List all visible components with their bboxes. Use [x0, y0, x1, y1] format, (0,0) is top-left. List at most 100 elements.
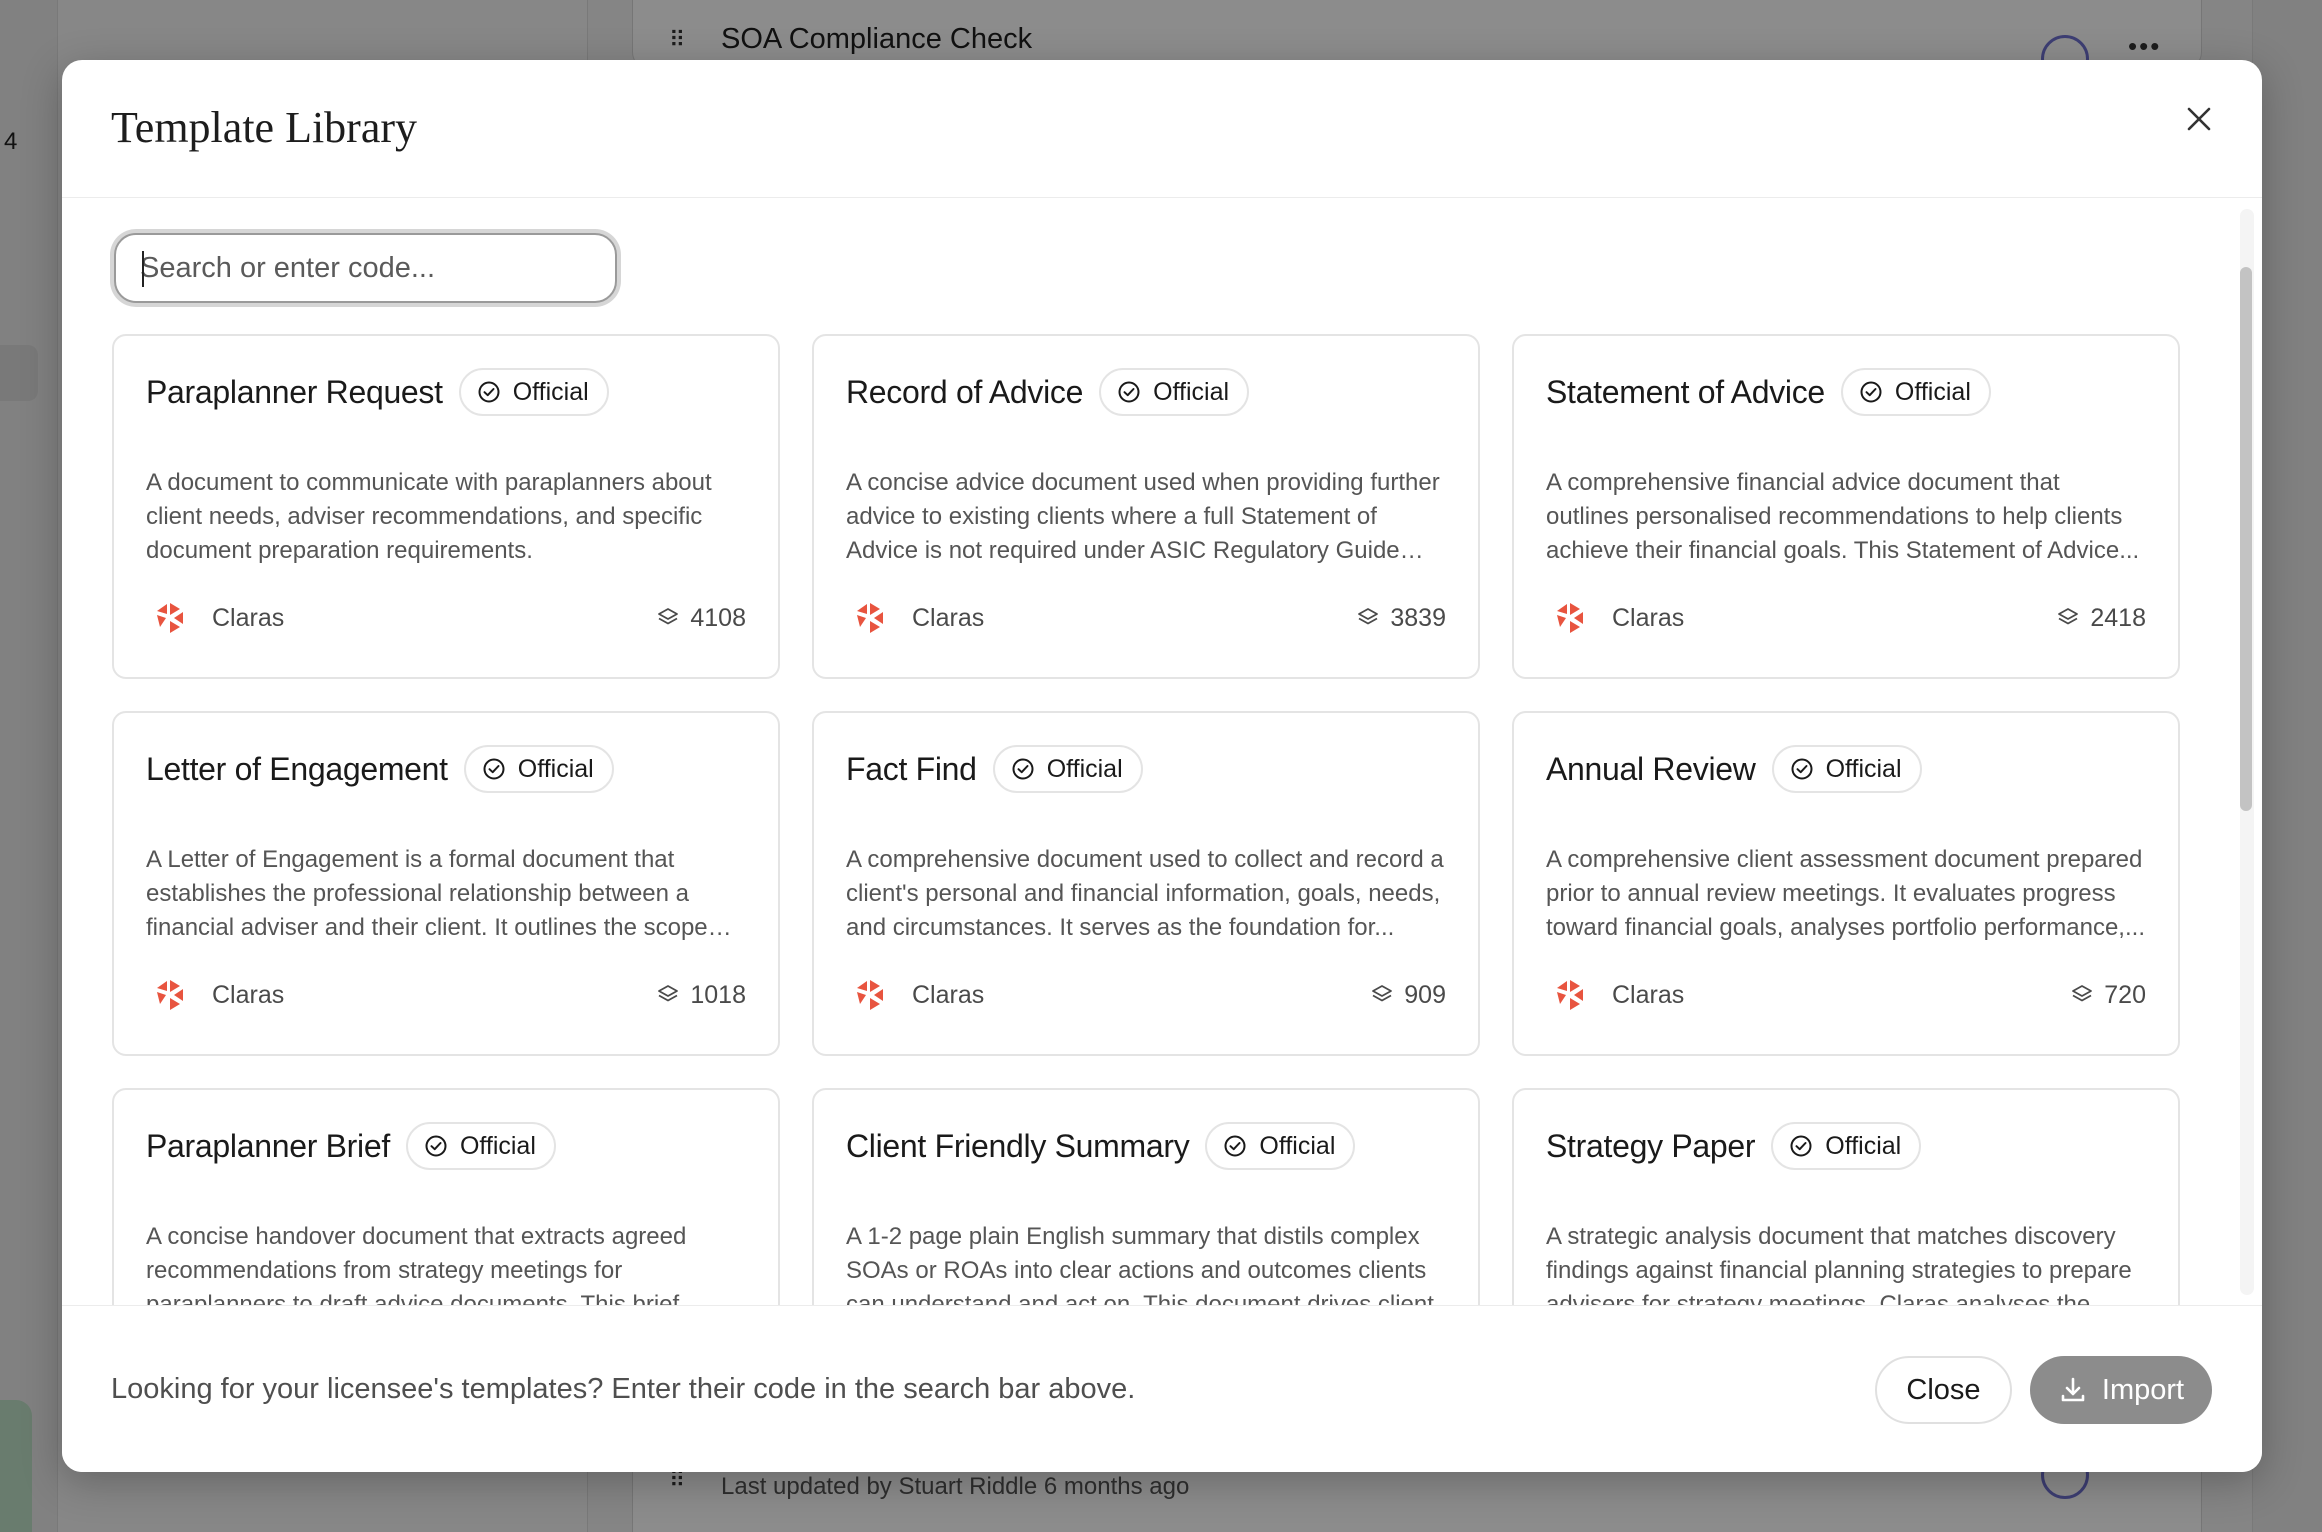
- text-cursor: [142, 251, 144, 287]
- author-name: Claras: [212, 603, 285, 632]
- template-card[interactable]: Statement of Advice Official A comprehensi…: [1512, 334, 2180, 679]
- template-card[interactable]: Letter of Engagement Official A Letter of …: [112, 711, 780, 1056]
- official-badge: Official: [1771, 745, 1922, 793]
- search-field[interactable]: [114, 233, 617, 303]
- template-card[interactable]: Paraplanner Brief Official A concise hando…: [112, 1088, 780, 1305]
- template-card[interactable]: Annual Review Official A comprehensive cli…: [1512, 711, 2180, 1056]
- claras-logo-icon: [1552, 600, 1588, 636]
- official-badge: Official: [463, 745, 614, 793]
- import-button-label: Import: [2101, 1373, 2185, 1406]
- template-description: A document to communicate with paraplann…: [146, 469, 712, 564]
- card-title-row: Record of Advice Official: [846, 368, 1250, 416]
- template-library-modal: Template Library Paraplanner Request Offi…: [62, 60, 2262, 1472]
- official-badge: Official: [405, 1122, 556, 1170]
- card-title-row: Client Friendly Summary Official: [846, 1122, 1356, 1170]
- layers-icon: [2070, 983, 2094, 1007]
- badge-label: Official: [1046, 754, 1123, 783]
- layers-icon: [656, 983, 680, 1007]
- check-circle-icon: [482, 757, 506, 781]
- claras-logo-icon: [852, 977, 888, 1013]
- template-card[interactable]: Fact Find Official A comprehensive documen…: [812, 711, 1480, 1056]
- card-footer: Claras 3839: [852, 598, 1446, 638]
- card-title-row: Letter of Engagement Official: [146, 745, 614, 793]
- layers-icon: [2056, 606, 2080, 630]
- card-footer: Claras 720: [1552, 975, 2146, 1015]
- usage-count-value: 720: [2104, 980, 2146, 1009]
- template-card[interactable]: Record of Advice Official A concise advice…: [812, 334, 1480, 679]
- template-title: Letter of Engagement: [146, 750, 448, 787]
- template-card[interactable]: Client Friendly Summary Official A 1-2 pag…: [812, 1088, 1480, 1305]
- layers-icon: [1356, 606, 1380, 630]
- import-button[interactable]: Import: [2030, 1356, 2212, 1424]
- layers-icon: [656, 606, 680, 630]
- card-title-row: Strategy Paper Official: [1546, 1122, 1922, 1170]
- template-card[interactable]: Strategy Paper Official A strategic analys…: [1512, 1088, 2180, 1305]
- badge-label: Official: [1259, 1131, 1336, 1160]
- official-badge: Official: [1840, 368, 1991, 416]
- card-footer: Claras 2418: [1552, 598, 2146, 638]
- badge-label: Official: [459, 1131, 536, 1160]
- usage-count-value: 4108: [690, 603, 746, 632]
- usage-count-value: 1018: [690, 980, 746, 1009]
- template-title: Strategy Paper: [1546, 1127, 1756, 1164]
- usage-count: 4108: [656, 604, 746, 633]
- template-description: A comprehensive client assessment docume…: [1546, 846, 2145, 941]
- card-title-row: Paraplanner Brief Official: [146, 1122, 556, 1170]
- official-badge: Official: [458, 368, 609, 416]
- author-name: Claras: [912, 603, 985, 632]
- usage-count: 2418: [2056, 604, 2146, 633]
- official-badge: Official: [1771, 1122, 1922, 1170]
- download-icon: [2061, 1377, 2085, 1402]
- template-card[interactable]: Paraplanner Request Official A document to…: [112, 334, 780, 679]
- modal-body: Paraplanner Request Official A document to…: [62, 199, 2262, 1305]
- search-input[interactable]: [140, 251, 615, 285]
- template-description: A 1-2 page plain English summary that di…: [846, 1223, 1434, 1305]
- check-circle-icon: [1789, 1134, 1813, 1158]
- usage-count: 909: [1370, 981, 1446, 1010]
- template-grid: Paraplanner Request Official A document to…: [112, 334, 2180, 1305]
- template-title: Annual Review: [1546, 750, 1756, 787]
- close-icon[interactable]: [2174, 94, 2224, 144]
- scrollbar-thumb[interactable]: [2240, 267, 2252, 811]
- modal-title: Template Library: [111, 103, 418, 152]
- check-circle-icon: [1859, 380, 1883, 404]
- check-circle-icon: [1223, 1134, 1247, 1158]
- check-circle-icon: [1117, 380, 1141, 404]
- official-badge: Official: [1099, 368, 1250, 416]
- badge-label: Official: [517, 754, 594, 783]
- badge-label: Official: [1153, 377, 1230, 406]
- official-badge: Official: [992, 745, 1143, 793]
- claras-logo-icon: [152, 977, 188, 1013]
- template-title: Paraplanner Request: [146, 373, 443, 410]
- check-circle-icon: [1011, 757, 1035, 781]
- author-name: Claras: [1612, 980, 1685, 1009]
- usage-count-value: 2418: [2090, 603, 2146, 632]
- template-description: A Letter of Engagement is a formal docum…: [146, 846, 708, 941]
- template-description: A concise handover document that extract…: [146, 1223, 687, 1305]
- template-description: A comprehensive document used to collect…: [846, 846, 1444, 941]
- template-title: Record of Advice: [846, 373, 1084, 410]
- close-button[interactable]: Close: [1875, 1356, 2012, 1424]
- modal-header: Template Library: [62, 60, 2262, 198]
- template-title: Client Friendly Summary: [846, 1127, 1190, 1164]
- badge-label: Official: [1825, 754, 1902, 783]
- badge-label: Official: [1894, 377, 1971, 406]
- usage-count: 720: [2070, 981, 2146, 1010]
- card-title-row: Annual Review Official: [1546, 745, 1922, 793]
- badge-label: Official: [512, 377, 589, 406]
- official-badge: Official: [1205, 1122, 1356, 1170]
- usage-count: 1018: [656, 981, 746, 1010]
- footer-hint: Looking for your licensee's templates? E…: [111, 1373, 1136, 1405]
- template-description: A comprehensive financial advice documen…: [1546, 469, 2140, 564]
- check-circle-icon: [1790, 757, 1814, 781]
- author-name: Claras: [912, 980, 985, 1009]
- card-title-row: Statement of Advice Official: [1546, 368, 1991, 416]
- modal-footer: Looking for your licensee's templates? E…: [62, 1305, 2262, 1472]
- card-footer: Claras 4108: [152, 598, 746, 638]
- usage-count-value: 3839: [1390, 603, 1446, 632]
- claras-logo-icon: [152, 600, 188, 636]
- template-description: A strategic analysis document that match…: [1546, 1223, 2132, 1305]
- check-circle-icon: [477, 380, 501, 404]
- template-description: A concise advice document used when prov…: [846, 469, 1440, 564]
- card-title-row: Fact Find Official: [846, 745, 1143, 793]
